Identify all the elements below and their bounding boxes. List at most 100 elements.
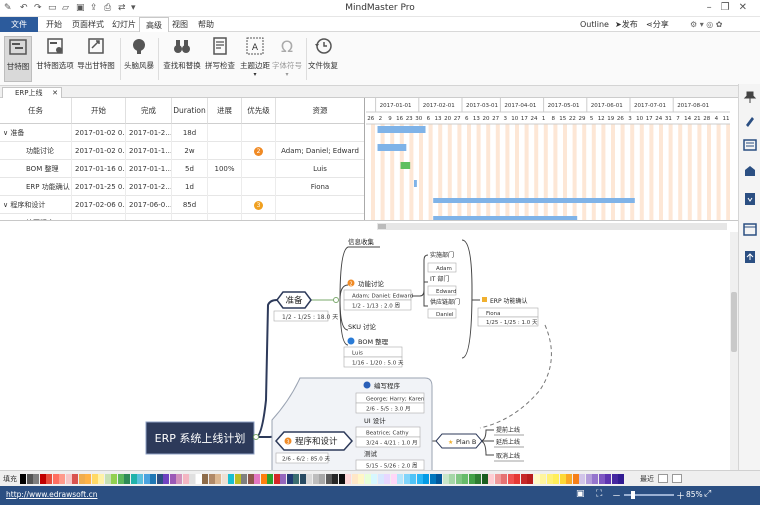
color-swatch[interactable] — [286, 474, 293, 484]
fullscreen-icon[interactable]: ⤢ — [704, 489, 711, 499]
gantt-options-button[interactable]: 甘特图选项 — [35, 36, 75, 82]
color-swatch[interactable] — [169, 474, 176, 484]
gantt-header-3[interactable]: Duration — [172, 98, 208, 124]
color-swatch[interactable] — [527, 474, 533, 484]
color-swatch[interactable] — [371, 474, 377, 484]
color-swatch[interactable] — [351, 474, 358, 484]
color-swatch[interactable] — [449, 474, 455, 484]
gantt-bar[interactable] — [377, 126, 426, 133]
gantt-bar[interactable] — [414, 180, 417, 187]
color-swatch[interactable] — [20, 474, 26, 484]
topic-plan-b[interactable]: ★ Plan B — [435, 433, 483, 449]
color-swatch[interactable] — [111, 474, 117, 484]
color-swatch[interactable] — [384, 474, 390, 484]
color-swatch[interactable] — [85, 474, 91, 484]
gantt-bar[interactable] — [377, 144, 407, 151]
color-swatch[interactable] — [150, 474, 156, 484]
color-swatch[interactable] — [553, 474, 559, 484]
color-swatch[interactable] — [423, 474, 429, 484]
color-swatch[interactable] — [533, 474, 540, 484]
color-swatch[interactable] — [416, 474, 423, 484]
menu-view[interactable]: 视图 — [166, 17, 194, 32]
color-swatch[interactable] — [195, 474, 202, 484]
color-swatch[interactable] — [306, 474, 312, 484]
color-swatch[interactable] — [481, 474, 488, 484]
color-swatch[interactable] — [273, 474, 280, 484]
color-swatch[interactable] — [514, 474, 520, 484]
canvas-vertical-scrollbar[interactable] — [730, 232, 738, 470]
gift-icon[interactable] — [743, 164, 757, 178]
list-icon[interactable] — [743, 138, 757, 152]
color-swatch[interactable] — [501, 474, 507, 484]
gantt-header-0[interactable]: 任务 — [0, 98, 72, 124]
bookmark-icon[interactable] — [743, 192, 757, 206]
recent-swatch[interactable] — [672, 474, 682, 483]
color-swatch[interactable] — [72, 474, 78, 484]
color-swatch[interactable] — [390, 474, 397, 484]
color-swatch[interactable] — [566, 474, 572, 484]
color-swatch[interactable] — [156, 474, 163, 484]
color-swatch[interactable] — [429, 474, 436, 484]
color-swatch[interactable] — [163, 474, 169, 484]
find-replace-button[interactable]: 查找和替换 — [162, 36, 202, 82]
color-swatch[interactable] — [377, 474, 384, 484]
calendar-icon[interactable] — [743, 222, 757, 236]
close-tab-icon[interactable]: ✕ — [52, 88, 58, 98]
color-swatch[interactable] — [618, 474, 624, 484]
menu-advanced[interactable]: 高级 — [139, 17, 169, 32]
pin-icon[interactable] — [743, 90, 757, 104]
color-swatch[interactable] — [33, 474, 39, 484]
menu-page-style[interactable]: 页面样式 — [66, 17, 110, 32]
root-topic[interactable]: ERP 系统上线计划 — [145, 421, 255, 455]
color-swatch[interactable] — [228, 474, 234, 484]
color-swatch[interactable] — [358, 474, 364, 484]
minimize-icon[interactable]: – — [707, 2, 721, 13]
export-gantt-button[interactable]: 导出甘特图 — [76, 36, 116, 82]
color-swatch[interactable] — [117, 474, 124, 484]
topic-prepare[interactable]: 准备 — [276, 291, 312, 309]
doc-tab-erp[interactable]: ERP上线 ✕ — [2, 87, 62, 98]
gantt-row[interactable]: 功能讨论 2017-01-02 0… 2017-01-1… 2w 2 Adam; Dani… — [0, 142, 364, 160]
gantt-row[interactable]: ∨ 准备 2017-01-02 0… 2017-01-2… 18d — [0, 124, 364, 142]
gantt-button[interactable]: 甘特图 — [4, 36, 32, 82]
color-swatch[interactable] — [293, 474, 299, 484]
color-swatch[interactable] — [520, 474, 527, 484]
file-recovery-button[interactable]: 文件恢复 — [308, 36, 338, 82]
color-swatch[interactable] — [475, 474, 481, 484]
gantt-bar[interactable] — [433, 198, 635, 203]
color-swatch[interactable] — [202, 474, 208, 484]
symbol-font-button[interactable]: Ω 字体符号 ▾ — [271, 36, 303, 82]
page-view-icon[interactable]: ▣ — [576, 489, 585, 499]
format-icon[interactable] — [743, 114, 757, 128]
color-swatch[interactable] — [52, 474, 59, 484]
color-swatch[interactable] — [78, 474, 85, 484]
color-swatch[interactable] — [592, 474, 598, 484]
color-swatch[interactable] — [579, 474, 585, 484]
color-swatch[interactable] — [267, 474, 273, 484]
color-swatch[interactable] — [455, 474, 462, 484]
color-swatch[interactable] — [403, 474, 410, 484]
close-icon[interactable]: ✕ — [739, 2, 756, 13]
color-swatch[interactable] — [319, 474, 325, 484]
gantt-header-6[interactable]: 资源 — [276, 98, 364, 124]
color-swatch[interactable] — [234, 474, 241, 484]
color-swatch[interactable] — [332, 474, 338, 484]
color-swatch[interactable] — [124, 474, 130, 484]
publish-button[interactable]: ➤发布 — [615, 17, 638, 32]
zoom-out-icon[interactable]: － — [612, 489, 621, 502]
mindmap-canvas[interactable]: ERP 系统上线计划 准备 1/2 - 1/25 : 18.0 天 信息收集 2… — [0, 232, 730, 470]
present-icon[interactable] — [743, 250, 757, 264]
gantt-row[interactable]: ∨ 程序和设计 2017-02-06 0… 2017-06-0… 85d 3 — [0, 196, 364, 214]
spell-check-button[interactable]: 拼写检查 — [204, 36, 236, 82]
gantt-canvas-splitter[interactable] — [0, 220, 738, 232]
color-swatch[interactable] — [254, 474, 260, 484]
color-swatch[interactable] — [143, 474, 150, 484]
color-swatch[interactable] — [605, 474, 611, 484]
color-swatch[interactable] — [98, 474, 104, 484]
fit-screen-icon[interactable]: ⛶ — [596, 489, 602, 499]
zoom-in-icon[interactable]: ＋ — [676, 489, 685, 502]
color-swatch[interactable] — [462, 474, 468, 484]
toolbar-right-icons[interactable]: ⚙ ▾ ◎ ✿ — [690, 17, 723, 32]
color-swatch[interactable] — [488, 474, 494, 484]
color-swatch[interactable] — [26, 474, 33, 484]
